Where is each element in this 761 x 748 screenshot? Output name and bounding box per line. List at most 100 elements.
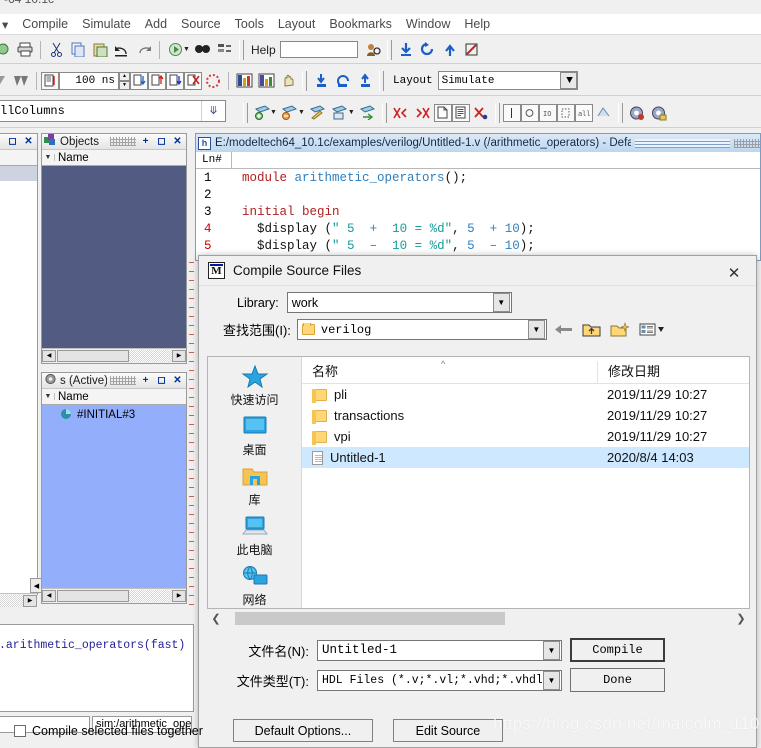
insert-block-icon[interactable] — [556, 103, 575, 122]
find-icon[interactable] — [192, 39, 214, 61]
compile-together-checkbox[interactable] — [14, 724, 26, 737]
profile-mem-icon[interactable] — [255, 70, 277, 92]
menu-item-compile[interactable]: Compile — [15, 15, 75, 33]
file-row[interactable]: pli 2019/11/29 10:27 — [302, 384, 749, 405]
code-line[interactable]: 3 initial begin — [196, 203, 760, 220]
menu-item-help[interactable]: Help — [457, 15, 497, 33]
maximize-icon[interactable]: ◻ — [6, 135, 19, 148]
expand-all-icon[interactable] — [412, 102, 434, 124]
new-doc-icon[interactable] — [433, 103, 452, 122]
editor-titlebar-grip[interactable] — [635, 138, 730, 148]
scroll-trough[interactable] — [0, 594, 23, 607]
insert-cursor-icon[interactable] — [502, 103, 521, 122]
cut-icon[interactable] — [45, 39, 67, 61]
chevron-down-icon[interactable]: ⤋ — [201, 101, 225, 121]
file-name-input[interactable]: Untitled-1 ▼ — [317, 639, 562, 661]
objects-pane-body[interactable] — [42, 166, 186, 348]
copy-icon[interactable] — [67, 39, 89, 61]
file-row[interactable]: transactions 2019/11/29 10:27 — [302, 405, 749, 426]
menu-item-layout[interactable]: Layout — [271, 15, 323, 33]
close-icon[interactable]: ✕ — [171, 135, 184, 148]
code-line[interactable]: 2 — [196, 186, 760, 203]
run-all-icon[interactable] — [148, 71, 166, 90]
column-header-name[interactable]: 名称 ^ — [302, 359, 597, 383]
help-search-input[interactable] — [279, 41, 358, 58]
new-icon[interactable] — [0, 39, 14, 61]
chevron-down-icon[interactable]: ▼ — [543, 670, 560, 690]
run-icon[interactable] — [439, 39, 461, 61]
edit-source-button[interactable]: Edit Source — [392, 719, 503, 742]
chevron-down-icon[interactable]: ▼ — [492, 293, 510, 312]
menu-item-window[interactable]: Window — [399, 15, 457, 33]
scroll-trough[interactable] — [129, 589, 172, 602]
hand-pan-icon[interactable] — [277, 70, 299, 92]
processes-hscrollbar[interactable]: ◀ ▶ — [42, 588, 186, 602]
run-length-icon[interactable] — [130, 71, 148, 90]
gear-red-icon[interactable] — [626, 102, 648, 124]
done-button[interactable]: Done — [570, 668, 665, 692]
toolbar-grip[interactable] — [494, 102, 500, 123]
step-into-icon[interactable] — [310, 70, 332, 92]
scroll-right-icon[interactable]: ▶ — [172, 589, 186, 602]
library-select[interactable]: work ▼ — [286, 292, 512, 313]
chevron-down-icon[interactable]: ▼ — [543, 640, 560, 660]
scroll-left-icon[interactable]: ❮ — [207, 612, 225, 625]
scroll-right-icon[interactable]: ▶ — [23, 594, 37, 607]
sim-time-stepper[interactable]: ▲ ▼ — [119, 71, 130, 90]
menu-item-overflow[interactable]: ▾ — [0, 15, 15, 34]
toolbar-grip[interactable] — [386, 39, 392, 60]
close-icon[interactable]: ✕ — [716, 260, 752, 286]
toolbar-grip[interactable] — [302, 70, 307, 91]
download-wave-icon[interactable] — [395, 39, 417, 61]
toolbar-grip[interactable] — [243, 102, 248, 123]
edit-wave-icon[interactable] — [307, 102, 329, 124]
transcript-pane[interactable]: .arithmetic_operators(fast) — [0, 624, 194, 712]
file-list-hscrollbar[interactable]: ❮ ❯ — [207, 609, 750, 627]
menu-item-tools[interactable]: Tools — [228, 15, 271, 33]
column-header-date[interactable]: 修改日期 — [597, 361, 749, 383]
step-over-icon[interactable] — [332, 70, 354, 92]
place-item-library[interactable]: 库 — [208, 463, 301, 513]
scroll-left-icon[interactable]: ◀ — [42, 349, 56, 362]
scroll-left-icon[interactable]: ◀ — [42, 589, 56, 602]
toolbar-grip[interactable] — [238, 39, 244, 60]
profile-perf-icon[interactable] — [233, 70, 255, 92]
file-row[interactable]: vpi 2019/11/29 10:27 — [302, 426, 749, 447]
scroll-thumb[interactable] — [57, 349, 129, 362]
save-wave-icon[interactable] — [329, 102, 351, 124]
delete-wave-icon[interactable] — [470, 102, 492, 124]
back-icon[interactable] — [553, 319, 575, 340]
list-doc-icon[interactable] — [451, 103, 470, 122]
file-row-selected[interactable]: Untitled-1 2020/8/4 14:03 — [302, 447, 749, 468]
sort-indicator-icon[interactable]: ▼ — [42, 393, 55, 400]
editor-pane-grip[interactable] — [734, 138, 760, 148]
place-item-network[interactable]: 网络 — [208, 563, 301, 613]
sim-row[interactable]: ity# — [0, 196, 37, 211]
pane-grip[interactable] — [110, 137, 136, 146]
view-mode-icon[interactable] — [637, 319, 667, 340]
maximize-icon[interactable]: ◻ — [155, 374, 168, 387]
dock-icon[interactable]: + — [0, 135, 3, 148]
continue-run-icon[interactable] — [166, 71, 184, 90]
pane-grip[interactable] — [110, 376, 136, 385]
dialog-titlebar[interactable]: M Compile Source Files — [199, 256, 756, 286]
objects-hscrollbar[interactable]: ◀ ▶ — [42, 348, 186, 362]
undo-icon[interactable] — [111, 39, 133, 61]
dock-icon[interactable]: + — [139, 135, 152, 148]
place-item-quick-access[interactable]: 快速访问 — [208, 363, 301, 413]
stop-run-icon[interactable] — [184, 71, 202, 90]
insert-io-icon[interactable]: IO — [538, 103, 557, 122]
close-icon[interactable]: ✕ — [22, 135, 35, 148]
objects-column-header[interactable]: ▼ Name — [42, 150, 186, 166]
find-in-files-icon[interactable] — [214, 39, 236, 61]
step-out-icon[interactable] — [354, 70, 376, 92]
source-code-area[interactable]: 1 module arithmetic_operators(); 2 3 ini… — [196, 169, 760, 254]
new-folder-icon[interactable] — [609, 319, 631, 340]
wave-compare-icon[interactable] — [593, 102, 615, 124]
file-type-select[interactable]: HDL Files (*.v;*.vl;*.vhd;*.vhdl;*.vh ▼ — [317, 669, 562, 691]
insert-circle-icon[interactable] — [520, 103, 539, 122]
code-line[interactable]: 5 $display (" 5 – 10 = %d", 5 – 10); — [196, 237, 760, 254]
remove-wave-icon[interactable] — [279, 102, 301, 124]
gear-yellow-icon[interactable] — [648, 102, 670, 124]
up-folder-icon[interactable] — [581, 319, 603, 340]
